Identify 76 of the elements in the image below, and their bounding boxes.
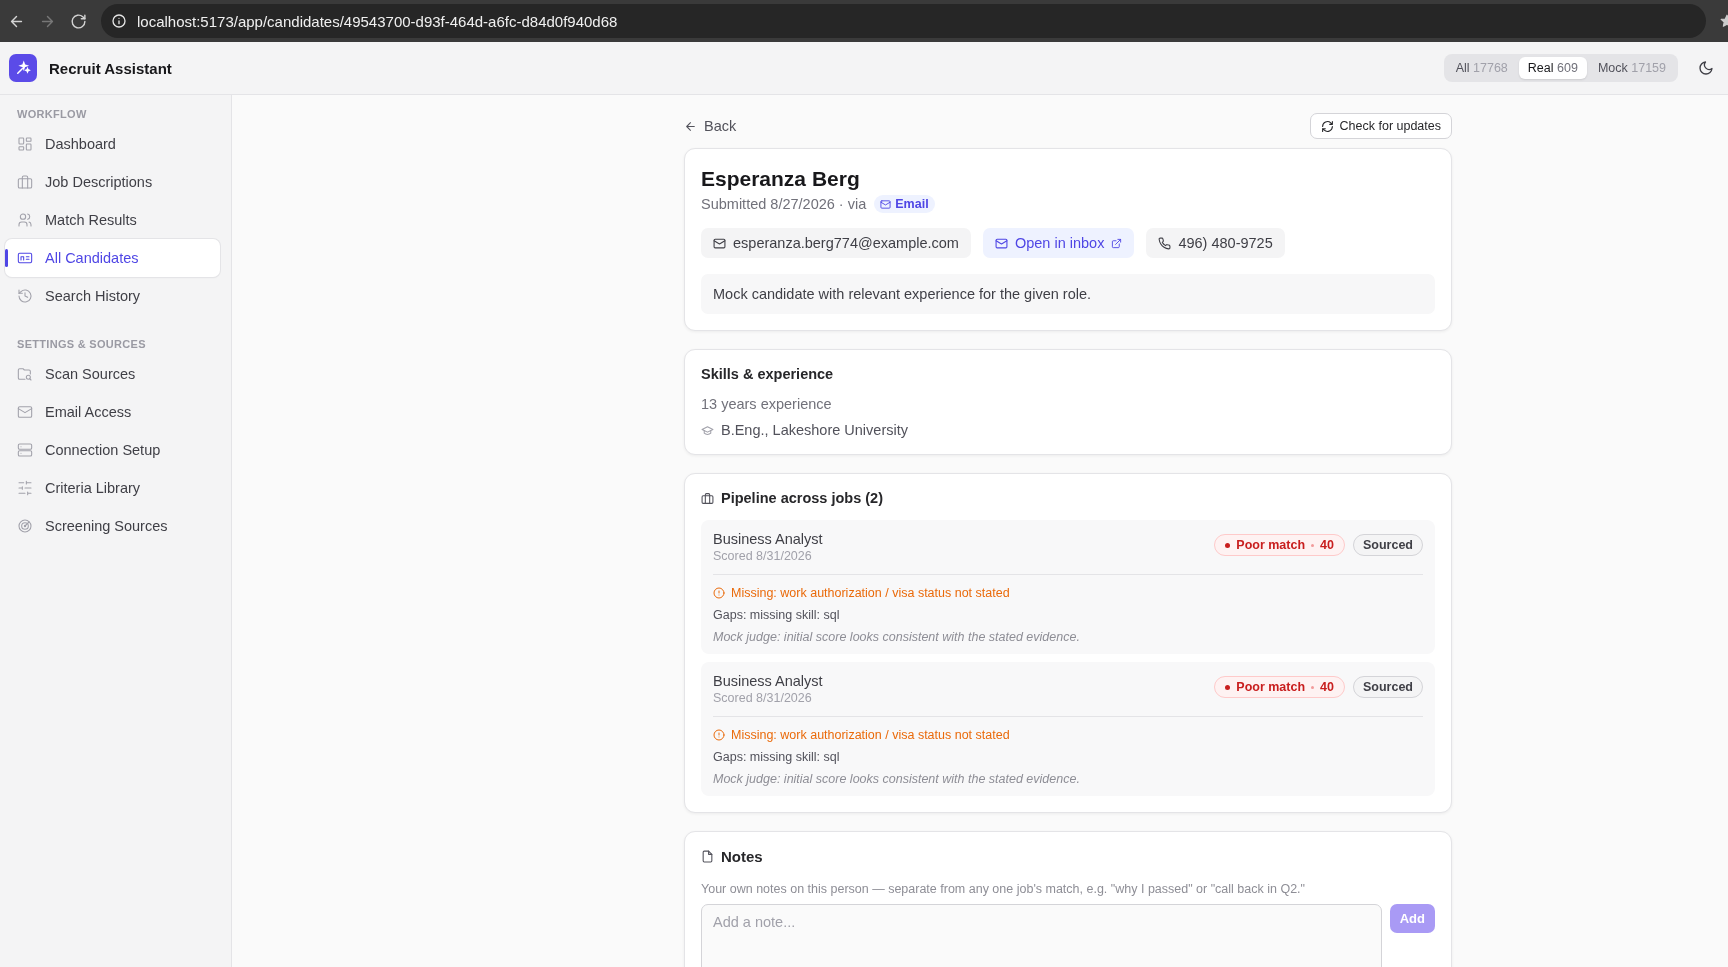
experience-text: 13 years experience xyxy=(701,396,833,412)
back-link[interactable]: Back xyxy=(684,118,737,134)
theme-toggle-button[interactable] xyxy=(1696,58,1716,78)
phone-chip: 496) 480-9725 xyxy=(1146,228,1285,258)
sidebar-item[interactable]: Criteria Library xyxy=(5,469,220,507)
sidebar-item[interactable]: Match Results xyxy=(5,201,220,239)
alert-icon xyxy=(713,587,725,599)
status-badge: Sourced xyxy=(1353,676,1423,698)
sidebar-item[interactable]: Email Access xyxy=(5,393,220,431)
id-card-icon xyxy=(17,250,33,266)
match-badge: Poor match 40 xyxy=(1214,534,1345,556)
mail-icon xyxy=(713,236,726,250)
briefcase-icon xyxy=(17,174,33,190)
info-icon xyxy=(111,13,127,29)
section-heading: SETTINGS & SOURCES xyxy=(16,337,147,352)
server-icon xyxy=(17,442,33,458)
note-field[interactable]: Add a note... xyxy=(701,904,1382,967)
users-icon xyxy=(17,212,33,228)
folder-search-icon xyxy=(17,366,33,382)
warning-text: Missing: work authorization / visa status not stated xyxy=(731,728,1010,742)
section-heading: WORKFLOW xyxy=(16,107,88,122)
file-icon xyxy=(701,850,714,863)
mail-icon xyxy=(994,236,1008,250)
open-inbox-link[interactable]: Open in inbox xyxy=(982,228,1135,258)
back-arrow-icon xyxy=(684,119,697,133)
notes-hint: Your own notes on this person — separate from any one job's match, e.g. "why I passed" or "call back in Q2." xyxy=(701,882,1307,896)
reload-icon xyxy=(70,12,87,30)
email-chip: esperanza.berg774@example.com xyxy=(701,228,971,258)
source-badge: Email xyxy=(874,195,935,213)
submitted-text: Submitted 8/27/2026 · via xyxy=(701,196,867,212)
radar-icon xyxy=(17,518,33,534)
scored-date: Scored 8/31/2026 xyxy=(713,549,813,563)
refresh-icon xyxy=(1320,119,1334,133)
active-indicator xyxy=(5,249,8,267)
summary-text: Mock candidate with relevant experience for the given role. xyxy=(701,274,1435,314)
filter-tab[interactable]: Mock 17159 xyxy=(1588,57,1675,79)
sidebar-item[interactable]: Screening Sources xyxy=(5,507,220,545)
job-title: Business Analyst xyxy=(713,673,824,689)
url-text: localhost:5173/app/candidates/49543700-d93f-464d-a6fc-d84d0f940d68 xyxy=(137,12,618,30)
scored-date: Scored 8/31/2026 xyxy=(713,691,813,705)
judge-note: Mock judge: initial score looks consistent with the stated evidence. xyxy=(713,630,1081,644)
candidate-name: Esperanza Berg xyxy=(701,166,861,192)
sidebar-item[interactable]: Connection Setup xyxy=(5,431,220,469)
sidebar-item[interactable]: All Candidates xyxy=(5,239,220,277)
grid-icon xyxy=(17,136,33,152)
sidebar-item[interactable]: Dashboard xyxy=(5,125,220,163)
education-text: B.Eng., Lakeshore University xyxy=(721,422,908,438)
check-updates-button[interactable]: Check for updates xyxy=(1309,113,1452,139)
sidebar-item[interactable]: Scan Sources xyxy=(5,355,220,393)
warning-text: Missing: work authorization / visa status not stated xyxy=(731,586,1010,600)
judge-note: Mock judge: initial score looks consistent with the stated evidence. xyxy=(713,772,1081,786)
sidebar-item[interactable]: Search History xyxy=(5,277,220,315)
mail-icon xyxy=(880,198,892,210)
briefcase-icon xyxy=(701,491,714,505)
gaps-text: Gaps: missing skill: sql xyxy=(713,608,841,622)
sidebar-item[interactable]: Job Descriptions xyxy=(5,163,220,201)
address-bar[interactable]: localhost:5173/app/candidates/49543700-d93f-464d-a6fc-d84d0f940d68 xyxy=(101,4,1706,38)
app-title: Recruit Assistant xyxy=(49,59,172,77)
filter-tab[interactable]: All 17768 xyxy=(1446,57,1517,79)
mail-icon xyxy=(17,404,33,420)
logo-icon xyxy=(9,54,37,82)
phone-icon xyxy=(1158,236,1172,250)
match-badge: Poor match 40 xyxy=(1214,676,1345,698)
filter-tab[interactable]: Real 609 xyxy=(1518,57,1587,79)
history-icon xyxy=(17,288,33,304)
alert-icon xyxy=(713,729,725,741)
moon-icon xyxy=(1698,60,1714,76)
graduation-cap-icon xyxy=(701,423,714,437)
card-title: Notes xyxy=(721,848,763,865)
card-title: Skills & experience xyxy=(701,366,835,382)
job-title: Business Analyst xyxy=(713,531,824,547)
card-title: Pipeline across jobs (2) xyxy=(721,490,883,506)
sliders-icon xyxy=(17,480,33,496)
status-badge: Sourced xyxy=(1353,534,1423,556)
gaps-text: Gaps: missing skill: sql xyxy=(713,750,841,764)
external-link-icon xyxy=(1111,237,1123,249)
